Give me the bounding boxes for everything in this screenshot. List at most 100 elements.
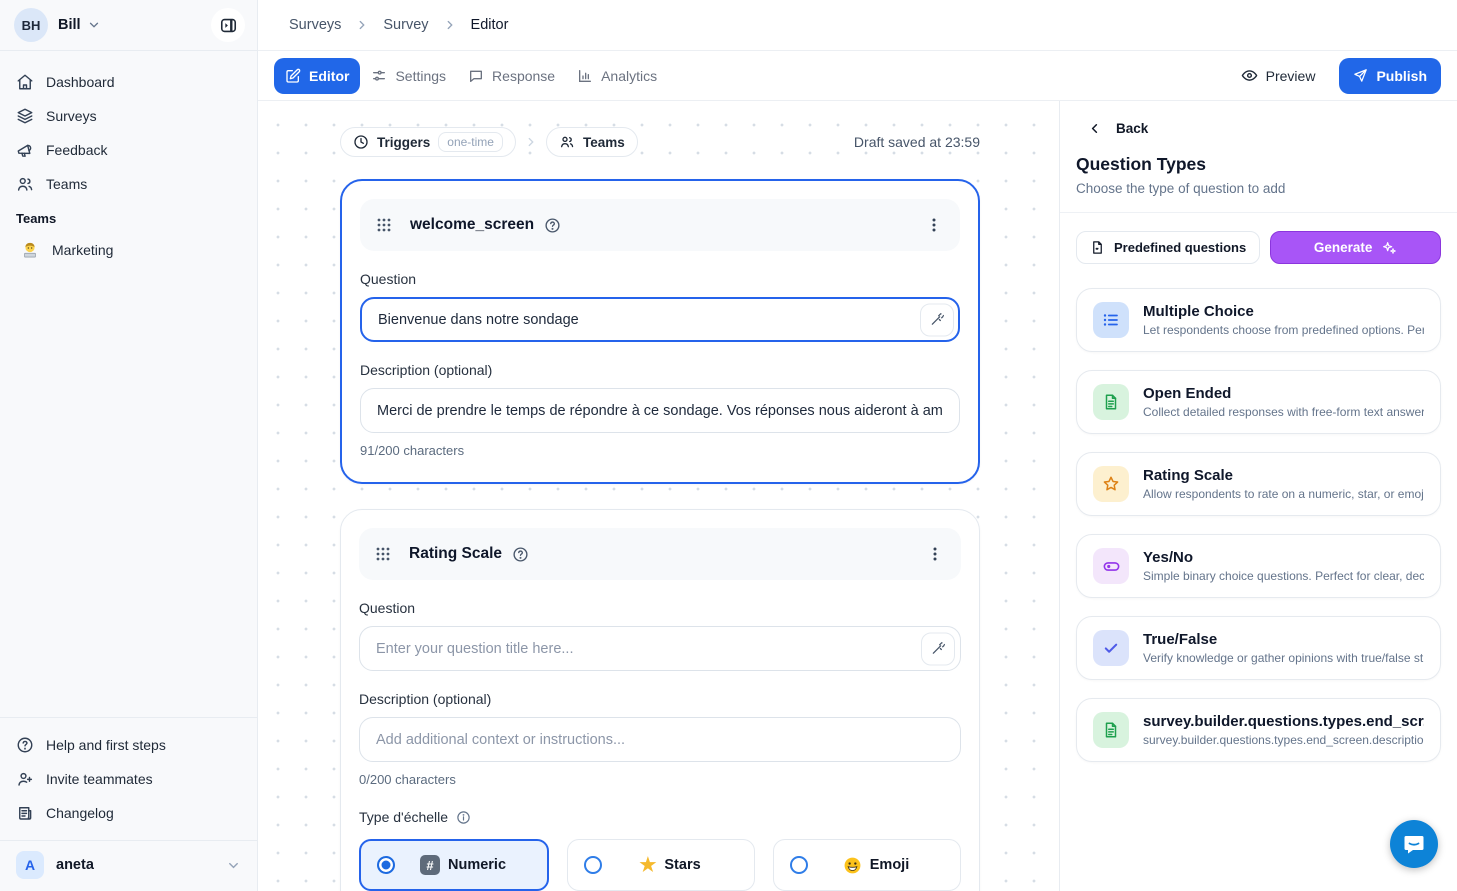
breadcrumb-survey[interactable]: Survey: [383, 17, 428, 33]
scale-type-label: Type d'échelle: [359, 809, 448, 825]
changelog-icon: [16, 804, 34, 822]
scale-option-numeric[interactable]: # Numeric: [359, 839, 549, 891]
users-icon: [559, 134, 575, 150]
ai-rewrite-button[interactable]: [920, 303, 954, 336]
question-card-rating-scale[interactable]: Rating Scale Question: [340, 509, 980, 891]
teams-chip[interactable]: Teams: [546, 127, 638, 157]
ai-rewrite-button[interactable]: [921, 632, 955, 665]
scale-option-stars[interactable]: ★ Stars: [567, 839, 755, 891]
tab-editor[interactable]: Editor: [274, 58, 360, 94]
collapse-sidebar-button[interactable]: [211, 8, 245, 42]
users-icon: [16, 175, 34, 193]
type-description: Allow respondents to rate on a numeric, …: [1143, 487, 1424, 501]
account-avatar: A: [16, 851, 44, 879]
sidebar-item-team-marketing[interactable]: Marketing: [16, 234, 241, 266]
type-card-rating-scale[interactable]: Rating Scale Allow respondents to rate o…: [1076, 452, 1441, 516]
type-card-open-ended[interactable]: Open Ended Collect detailed responses wi…: [1076, 370, 1441, 434]
card-header: Rating Scale: [359, 528, 961, 580]
bar-chart-icon: [577, 68, 593, 84]
file-icon: [1090, 240, 1105, 255]
radio-checked[interactable]: [377, 856, 395, 874]
triggers-chip[interactable]: Triggers one-time: [340, 127, 516, 157]
question-input[interactable]: [360, 297, 960, 342]
panel-subtitle: Choose the type of question to add: [1060, 175, 1457, 213]
chevron-down-icon: [87, 18, 101, 32]
tab-analytics[interactable]: Analytics: [566, 58, 668, 94]
panel-collapse-icon: [219, 16, 238, 35]
question-input[interactable]: [359, 626, 961, 671]
type-title: Multiple Choice: [1143, 303, 1424, 320]
main-column: Surveys Survey Editor Editor Settings R: [258, 0, 1457, 891]
smiley-emoji-icon: [843, 856, 862, 875]
preview-button[interactable]: Preview: [1231, 58, 1326, 94]
sidebar-item-dashboard[interactable]: Dashboard: [16, 65, 241, 99]
drag-handle-icon[interactable]: [375, 546, 391, 562]
chevron-right-icon: [524, 135, 538, 149]
tab-response[interactable]: Response: [457, 58, 566, 94]
team-item-label: Marketing: [52, 242, 113, 258]
kebab-menu-icon[interactable]: [923, 542, 947, 566]
description-input-wrap: [359, 717, 961, 762]
sidebar-item-help[interactable]: Help and first steps: [16, 728, 241, 762]
type-title: Rating Scale: [1143, 467, 1424, 484]
document-icon: [1093, 712, 1129, 748]
question-input-wrap: [360, 297, 960, 342]
sidebar-item-invite[interactable]: Invite teammates: [16, 762, 241, 796]
editor-toolbar: Editor Settings Response Analytics: [258, 51, 1457, 101]
numeric-keycap-icon: #: [420, 855, 440, 875]
info-icon[interactable]: [456, 810, 471, 825]
help-circle-icon[interactable]: [544, 217, 561, 234]
help-circle-icon[interactable]: [512, 546, 529, 563]
sidebar-item-feedback[interactable]: Feedback: [16, 133, 241, 167]
type-card-yes-no[interactable]: Yes/No Simple binary choice questions. P…: [1076, 534, 1441, 598]
type-card-end-screen[interactable]: survey.builder.questions.types.end_scr..…: [1076, 698, 1441, 762]
workspace-avatar: BH: [14, 8, 48, 42]
card-title: welcome_screen: [410, 216, 534, 234]
breadcrumb-surveys[interactable]: Surveys: [289, 17, 341, 33]
type-title: Yes/No: [1143, 549, 1424, 566]
radio-unchecked[interactable]: [790, 856, 808, 874]
chevron-right-icon: [355, 18, 369, 32]
card-title: Rating Scale: [409, 545, 502, 563]
publish-label: Publish: [1376, 68, 1427, 84]
sidebar-footer: Help and first steps Invite teammates Ch…: [0, 717, 257, 830]
account-switcher[interactable]: A aneta: [0, 840, 257, 891]
radio-unchecked[interactable]: [584, 856, 602, 874]
predefined-questions-button[interactable]: Predefined questions: [1076, 231, 1260, 264]
user-plus-icon: [16, 770, 34, 788]
sidebar-item-teams[interactable]: Teams: [16, 167, 241, 201]
question-type-list: Multiple Choice Let respondents choose f…: [1060, 270, 1457, 780]
survey-canvas: Triggers one-time Teams Draft saved at 2…: [258, 101, 1059, 891]
sidebar-item-changelog[interactable]: Changelog: [16, 796, 241, 830]
type-card-true-false[interactable]: True/False Verify knowledge or gather op…: [1076, 616, 1441, 680]
description-input-wrap: [360, 388, 960, 433]
back-button[interactable]: Back: [1060, 107, 1457, 146]
sidebar-nav: Dashboard Surveys Feedback Teams Teams: [0, 51, 257, 266]
type-card-multiple-choice[interactable]: Multiple Choice Let respondents choose f…: [1076, 288, 1441, 352]
description-input[interactable]: [359, 717, 961, 762]
workspace-switcher[interactable]: BH Bill: [0, 0, 257, 51]
teams-chip-label: Teams: [583, 135, 625, 150]
scale-option-label: Emoji: [870, 857, 909, 873]
question-label: Question: [359, 600, 961, 616]
sidebar-item-label: Dashboard: [46, 74, 115, 90]
description-input[interactable]: [360, 388, 960, 433]
type-title: True/False: [1143, 631, 1424, 648]
toggle-icon: [1093, 548, 1129, 584]
drag-handle-icon[interactable]: [376, 217, 392, 233]
generate-button[interactable]: Generate: [1270, 231, 1441, 264]
sidebar: BH Bill Dashboard Surveys F: [0, 0, 258, 891]
question-label: Question: [360, 271, 960, 287]
edit-icon: [285, 68, 301, 84]
publish-button[interactable]: Publish: [1339, 58, 1441, 94]
scale-type-label-row: Type d'échelle: [359, 809, 961, 825]
sidebar-item-surveys[interactable]: Surveys: [16, 99, 241, 133]
predefined-questions-label: Predefined questions: [1114, 240, 1246, 255]
question-card-welcome-screen[interactable]: welcome_screen Question: [340, 179, 980, 484]
workarea: Triggers one-time Teams Draft saved at 2…: [258, 101, 1457, 891]
chat-launcher-button[interactable]: [1390, 820, 1438, 868]
type-description: Collect detailed responses with free-for…: [1143, 405, 1424, 419]
kebab-menu-icon[interactable]: [922, 213, 946, 237]
scale-option-emoji[interactable]: Emoji: [773, 839, 961, 891]
tab-settings[interactable]: Settings: [360, 58, 457, 94]
